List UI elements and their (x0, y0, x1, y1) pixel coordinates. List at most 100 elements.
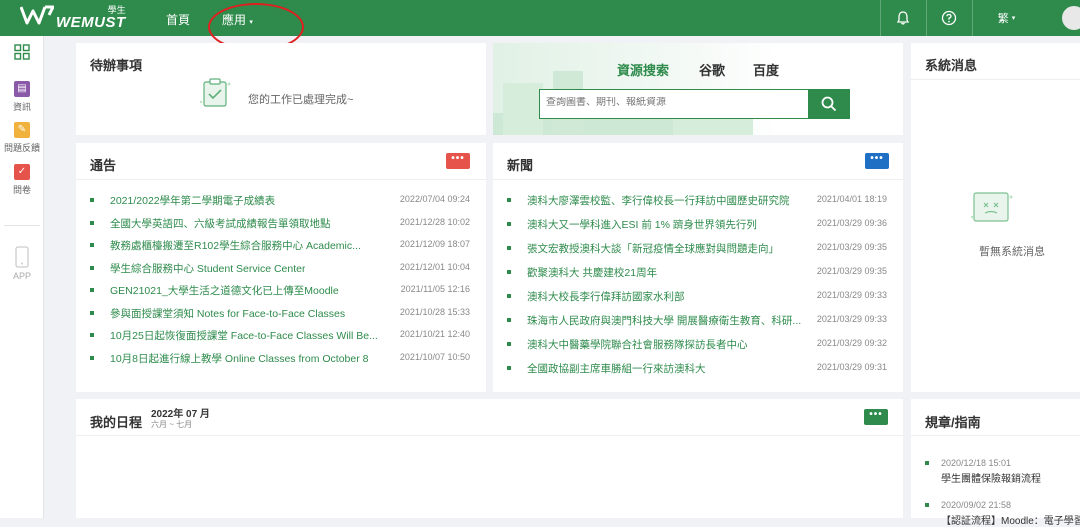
language-label: 繁 (997, 13, 1009, 25)
todo-title: 待辦事項 (90, 58, 143, 73)
news-title: 新聞 (507, 158, 534, 173)
todo-card: 待辦事項 您的工作已處理完成~ (76, 43, 486, 135)
bell-icon (896, 11, 909, 25)
list-item[interactable]: 參與面授課堂須知 Notes for Face-to-Face Classes 2… (90, 305, 470, 321)
system-title: 系統消息 (925, 58, 978, 73)
list-item[interactable]: 歡聚澳科大 共慶建校21周年 2021/03/29 09:35 (507, 264, 887, 280)
sidebar-item-label: 問卷 (12, 185, 31, 195)
bullet (925, 503, 929, 507)
sidebar-item-app[interactable]: APP (0, 246, 44, 281)
list-item[interactable]: 張文宏教授澳科大談「新冠疫情全球應對與問題走向」 2021/03/29 09:35 (507, 240, 887, 256)
bullet (90, 265, 94, 270)
chevron-down-icon: ▾ (1011, 15, 1016, 22)
schedule-range: 六月 ~ 七月 (151, 420, 193, 429)
list-item-date: 2021/03/29 09:35 (816, 266, 887, 276)
grid-menu-icon[interactable] (14, 44, 30, 65)
list-item[interactable]: 10月25日起恢復面授課堂 Face-to-Face Classes Will … (90, 327, 470, 343)
logo-text: WEMUST (56, 14, 126, 31)
list-item[interactable]: 澳科大校長李行偉拜訪國家水利部 2021/03/29 09:33 (507, 288, 887, 304)
bullet (90, 333, 94, 337)
bullet (507, 198, 511, 202)
list-item-date: 2022/07/04 09:24 (399, 194, 470, 204)
list-item-title: 張文宏教授澳科大談「新冠疫情全球應對與問題走向」 (527, 243, 779, 255)
tab-baidu[interactable]: 百度 (753, 60, 779, 79)
list-item-date: 2021/12/01 10:04 (399, 261, 470, 272)
news-more-button[interactable]: ••• (865, 153, 889, 169)
list-item-date: 2021/03/29 09:32 (816, 338, 887, 348)
list-item-date: 2021/03/29 09:36 (816, 218, 887, 228)
sidebar-item-label: 問題反饋 (3, 143, 40, 153)
news-card: 新聞 ••• 澳科大廖澤雲校監、李行偉校長一行拜訪中國歷史研究院 2021/04/… (493, 143, 903, 392)
bullet (925, 461, 929, 465)
list-item[interactable]: GEN21021_大學生活之道德文化已上傳至Moodle 2021/11/05 1… (90, 282, 470, 298)
divider (911, 79, 1080, 80)
regulations-title: 規章/指南 (925, 415, 981, 430)
top-bar: 學生 WEMUST 首頁 應用 ▾ 繁 ▾ (0, 0, 1080, 51)
list-item-title: 澳科大廖澤雲校監、李行偉校長一行拜訪中國歷史研究院 (527, 195, 790, 207)
sidebar-item-label: APP (12, 271, 31, 281)
empty-box-icon (970, 192, 1013, 222)
system-messages-card: 系統消息 暫無系統消息 (911, 43, 1080, 392)
notification-button[interactable] (880, 0, 924, 36)
schedule-title: 我的日程 (90, 415, 143, 430)
sidebar-item-info[interactable]: ▤ 資訊 (0, 81, 44, 113)
bullet (507, 342, 511, 346)
list-item[interactable]: 學生綜合服務中心 Student Service Center 2021/12/0… (90, 260, 470, 276)
list-item-date: 2021/12/28 10:02 (399, 216, 470, 227)
list-item-title: 歡聚澳科大 共慶建校21周年 (527, 267, 658, 279)
list-item[interactable]: 珠海市人民政府與澳門科技大學 開展醫療衛生教育、科研... 2021/03/29 … (507, 312, 887, 328)
question-icon (941, 10, 956, 26)
regulation-date: 2020/12/18 15:01 (941, 458, 1012, 468)
bullet (90, 220, 94, 225)
sidebar-item-feedback[interactable]: ✎ 問題反饋 (0, 122, 44, 154)
nav-home[interactable]: 首頁 (166, 11, 190, 28)
list-item-date: 2021/12/09 18:07 (399, 239, 470, 249)
regulation-text: 【認証流程】Moodle：電子學習... (941, 516, 1080, 527)
divider (76, 435, 903, 436)
list-item[interactable]: 澳科大又一學科進入ESI 前 1% 躋身世界領先行列 2021/03/29 09:… (507, 216, 887, 232)
list-item[interactable]: 澳科大中醫藥學院聯合社會服務隊探訪長者中心 2021/03/29 09:32 (507, 336, 887, 352)
divider (911, 435, 1080, 436)
search-icon (821, 96, 837, 112)
tab-google[interactable]: 谷歌 (699, 60, 725, 79)
wemust-logo[interactable]: 學生 WEMUST (19, 5, 126, 31)
notices-title: 通告 (90, 158, 117, 173)
sidebar-item-survey[interactable]: ✓ 問卷 (0, 164, 44, 196)
list-item-title: 教務處櫃檯搬遷至R102學生綜合服務中心 Academic... (110, 240, 361, 252)
list-item-title: 參與面授課堂須知 Notes for Face-to-Face Classes (110, 307, 346, 320)
sidebar-divider (4, 225, 40, 226)
list-item[interactable]: 全國大學英語四、六級考試成績報告單領取地點 2021/12/28 10:02 (90, 215, 470, 231)
list-item-title: 學生綜合服務中心 Student Service Center (110, 262, 306, 275)
bullet (507, 318, 511, 322)
list-item-date: 2021/04/01 18:19 (816, 194, 887, 204)
sidebar-item-label: 資訊 (12, 102, 31, 112)
todo-message: 您的工作已處理完成~ (248, 94, 354, 106)
list-item[interactable]: 2021/2022學年第二學期電子成績表 2022/07/04 09:24 (90, 192, 470, 208)
help-button[interactable] (926, 0, 970, 36)
list-item-title: GEN21021_大學生活之道德文化已上傳至Moodle (110, 285, 339, 297)
list-item-date: 2021/03/29 09:31 (816, 362, 887, 372)
bullet (90, 288, 94, 292)
schedule-more-button[interactable]: ••• (864, 409, 888, 425)
language-select[interactable]: 繁 ▾ (972, 0, 1040, 36)
avatar[interactable] (1062, 6, 1080, 30)
tab-resource-search[interactable]: 資源搜索 (617, 60, 669, 79)
schedule-month: 2022年 07 月 (151, 409, 210, 420)
list-item-title: 全國政協副主席車勝組一行來訪澳科大 (527, 363, 706, 375)
logo-mark-icon (19, 5, 55, 31)
notices-card: 通告 ••• 2021/2022學年第二學期電子成績表 2022/07/04 09… (76, 143, 486, 392)
bullet (507, 270, 511, 274)
bullet (90, 355, 94, 360)
notices-more-button[interactable]: ••• (446, 153, 470, 169)
list-item[interactable]: 全國政協副主席車勝組一行來訪澳科大 2021/03/29 09:31 (507, 360, 887, 376)
search-button[interactable] (808, 89, 850, 119)
bullet (507, 246, 511, 250)
list-item[interactable]: 教務處櫃檯搬遷至R102學生綜合服務中心 Academic... 2021/12/… (90, 237, 470, 253)
list-item[interactable]: 10月8日起進行線上教學 Online Classes from October… (90, 350, 470, 366)
bullet (90, 310, 94, 315)
list-item[interactable]: 澳科大廖澤雲校監、李行偉校長一行拜訪中國歷史研究院 2021/04/01 18:1… (507, 192, 887, 208)
bullet (90, 243, 94, 247)
search-input[interactable] (546, 97, 801, 108)
divider (76, 179, 486, 180)
bullet (507, 366, 511, 370)
